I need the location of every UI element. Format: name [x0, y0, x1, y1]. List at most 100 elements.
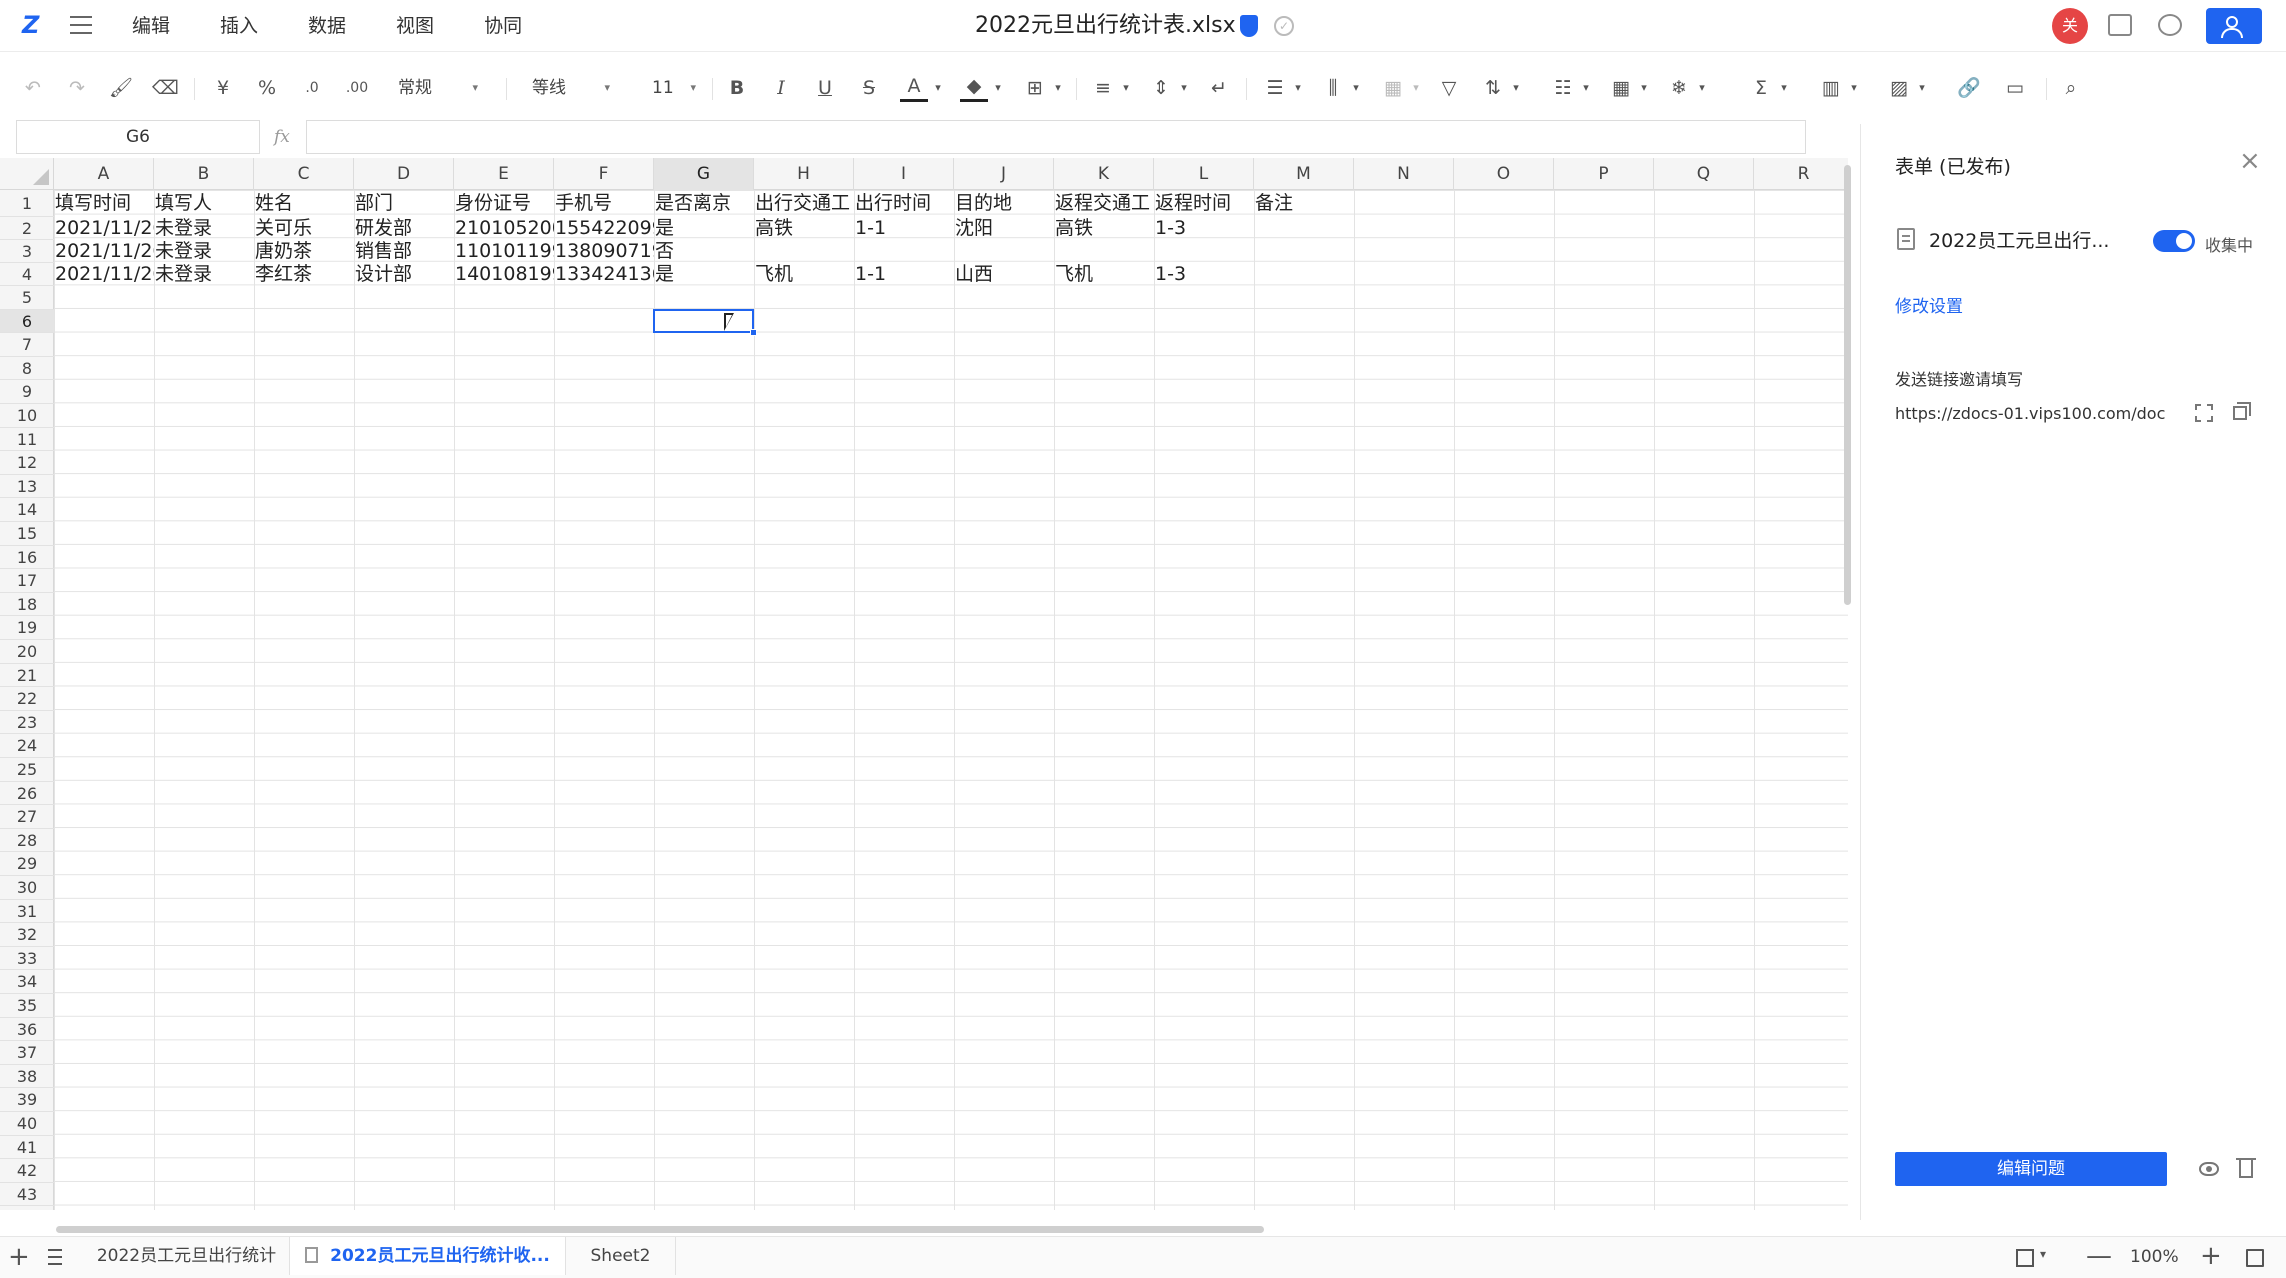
app-logo-icon[interactable]: Z [22, 12, 46, 38]
hamburger-menu-icon[interactable] [70, 16, 92, 34]
sort-icon[interactable]: ⇅ [1480, 74, 1506, 102]
row-header-34[interactable]: 34 [0, 970, 54, 994]
freeze-icon[interactable]: ❄ [1666, 74, 1692, 102]
row-header-31[interactable]: 31 [0, 900, 54, 924]
row-header-27[interactable]: 27 [0, 805, 54, 829]
horizontal-align-icon[interactable]: ≡ [1090, 74, 1116, 102]
cell-k1[interactable]: 返程交通工 [1054, 190, 1154, 217]
chevron-down-icon[interactable]: ▾ [1580, 74, 1592, 102]
cell-k2[interactable]: 高铁 [1054, 217, 1154, 240]
cell-h2[interactable]: 高铁 [754, 217, 854, 240]
cell-c4[interactable]: 李红茶 [254, 263, 354, 286]
column-header-j[interactable]: J [954, 158, 1054, 190]
preview-eye-icon[interactable] [2199, 1162, 2219, 1176]
column-header-n[interactable]: N [1354, 158, 1454, 190]
cell-d4[interactable]: 设计部 [354, 263, 454, 286]
link-icon[interactable]: 🔗 [1956, 74, 1982, 102]
row-header-14[interactable]: 14 [0, 498, 54, 522]
table-style-icon[interactable]: ▦ [1608, 74, 1634, 102]
user-avatar[interactable]: 关 [2052, 8, 2088, 44]
cell-g2[interactable]: 是 [654, 217, 754, 240]
sheet-tab-3[interactable]: Sheet2 [566, 1237, 676, 1275]
row-header-18[interactable]: 18 [0, 593, 54, 617]
form-name[interactable]: 2022员工元旦出行... [1929, 226, 2109, 253]
column-header-e[interactable]: E [454, 158, 554, 190]
number-format-dropdown[interactable]: 常规 ▾ [398, 72, 478, 104]
delete-trash-icon[interactable] [2236, 1158, 2256, 1178]
cell-a4[interactable]: 2021/11/26 [54, 263, 154, 286]
sheet-list-icon[interactable] [42, 1249, 62, 1265]
cell-e3[interactable]: 11010119900 [454, 240, 554, 263]
row-header-23[interactable]: 23 [0, 711, 54, 735]
row-header-12[interactable]: 12 [0, 451, 54, 475]
formula-input[interactable] [306, 120, 1806, 154]
cell-j1[interactable]: 目的地 [954, 190, 1054, 217]
column-header-l[interactable]: L [1154, 158, 1254, 190]
column-header-o[interactable]: O [1454, 158, 1554, 190]
row-header-2[interactable]: 2 [0, 217, 54, 240]
column-header-i[interactable]: I [854, 158, 954, 190]
row-header-32[interactable]: 32 [0, 923, 54, 947]
cell-i1[interactable]: 出行时间 [854, 190, 954, 217]
row-header-26[interactable]: 26 [0, 782, 54, 806]
row-header-10[interactable]: 10 [0, 404, 54, 428]
select-all-corner[interactable] [0, 158, 54, 190]
cell-d2[interactable]: 研发部 [354, 217, 454, 240]
chevron-down-icon[interactable]: ▾ [1410, 74, 1422, 102]
column-header-h[interactable]: H [754, 158, 854, 190]
increase-decimal-button[interactable]: .00 [340, 74, 374, 102]
cell-a1[interactable]: 填写时间 [54, 190, 154, 217]
cell-g3[interactable]: 否 [654, 240, 754, 263]
horizontal-scrollbar[interactable] [56, 1226, 1264, 1233]
cell-b1[interactable]: 填写人 [154, 190, 254, 217]
cell-c1[interactable]: 姓名 [254, 190, 354, 217]
chart-icon[interactable]: ▥ [1818, 74, 1844, 102]
row-header-30[interactable]: 30 [0, 876, 54, 900]
row-header-13[interactable]: 13 [0, 475, 54, 499]
format-painter-icon[interactable]: 🖌 [108, 74, 134, 102]
row-header-7[interactable]: 7 [0, 333, 54, 357]
selected-cell-highlight[interactable] [653, 308, 757, 337]
comment-insert-icon[interactable]: ▭ [2002, 74, 2028, 102]
column-header-p[interactable]: P [1554, 158, 1654, 190]
cell-i2[interactable]: 1-1 [854, 217, 954, 240]
cell-j4[interactable]: 山西 [954, 263, 1054, 286]
chevron-down-icon[interactable]: ▾ [1696, 74, 1708, 102]
vertical-scrollbar[interactable] [1844, 165, 1851, 605]
chevron-down-icon[interactable]: ▾ [1120, 74, 1132, 102]
row-header-28[interactable]: 28 [0, 829, 54, 853]
cell-b2[interactable]: 未登录 [154, 217, 254, 240]
collecting-toggle[interactable] [2153, 230, 2195, 252]
view-mode-icon[interactable] [2016, 1247, 2046, 1267]
copy-link-icon[interactable] [2233, 406, 2247, 420]
cell-a3[interactable]: 2021/11/26 [54, 240, 154, 263]
row-header-35[interactable]: 35 [0, 994, 54, 1018]
column-header-q[interactable]: Q [1654, 158, 1754, 190]
chevron-down-icon[interactable]: ▾ [1510, 74, 1522, 102]
modify-settings-link[interactable]: 修改设置 [1895, 292, 1963, 317]
cell-c3[interactable]: 唐奶茶 [254, 240, 354, 263]
cell-h4[interactable]: 飞机 [754, 263, 854, 286]
shield-icon[interactable] [1240, 15, 1258, 37]
cell-e4[interactable]: 14010819900 [454, 263, 554, 286]
cell-h1[interactable]: 出行交通工 [754, 190, 854, 217]
column-header-b[interactable]: B [154, 158, 254, 190]
chevron-down-icon[interactable]: ▾ [1292, 74, 1304, 102]
cell-m1[interactable]: 备注 [1254, 190, 1354, 217]
row-header-4[interactable]: 4 [0, 263, 54, 286]
row-header-29[interactable]: 29 [0, 852, 54, 876]
fill-color-icon[interactable]: ◆ [960, 74, 988, 102]
row-header-40[interactable]: 40 [0, 1112, 54, 1136]
column-header-c[interactable]: C [254, 158, 354, 190]
comment-icon[interactable] [2108, 14, 2132, 36]
font-size-dropdown[interactable]: 11 ▾ [652, 72, 696, 104]
currency-format-button[interactable]: ¥ [210, 74, 236, 102]
row-header-3[interactable]: 3 [0, 240, 54, 263]
underline-button[interactable]: U [812, 74, 838, 102]
row-header-25[interactable]: 25 [0, 758, 54, 782]
row-header-39[interactable]: 39 [0, 1088, 54, 1112]
edit-questions-button[interactable]: 编辑问题 [1895, 1152, 2167, 1186]
filter-icon[interactable]: ▽ [1436, 74, 1462, 102]
menu-collaborate[interactable]: 协同 [484, 0, 522, 52]
chevron-down-icon[interactable]: ▾ [1638, 74, 1650, 102]
